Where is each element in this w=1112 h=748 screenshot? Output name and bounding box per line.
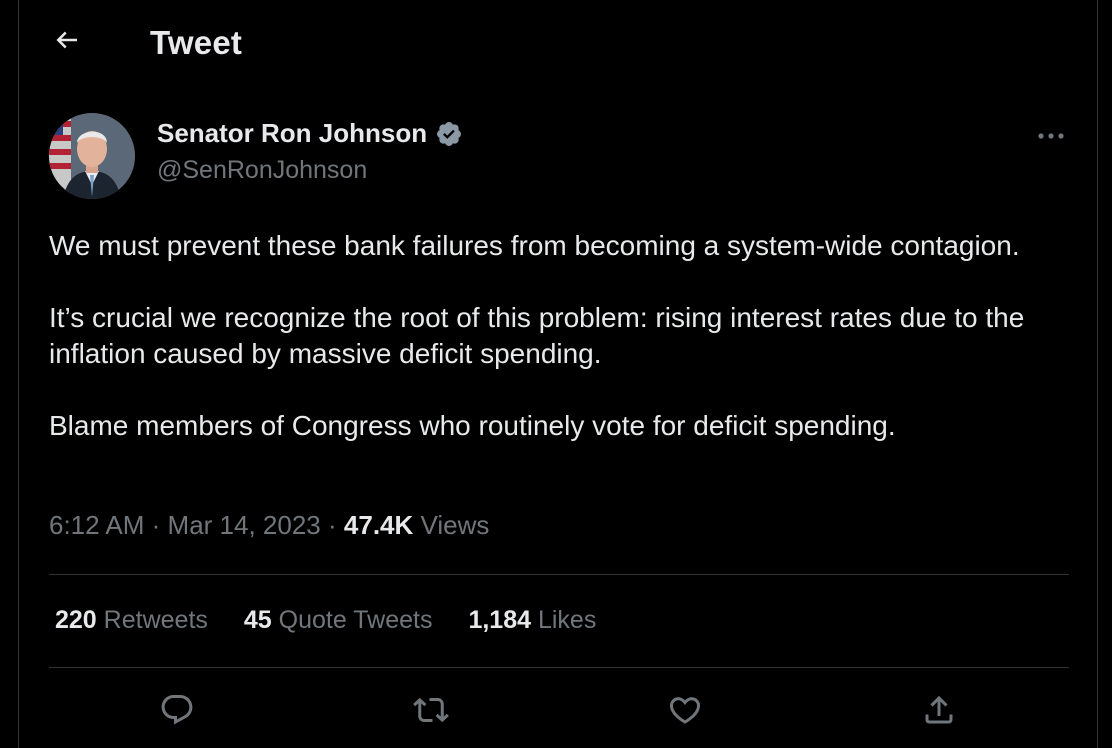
page-title: Tweet: [150, 24, 243, 61]
tweet-time[interactable]: 6:12 AM: [49, 510, 144, 540]
back-button[interactable]: [47, 22, 87, 62]
quote-tweets-label: Quote Tweets: [278, 606, 433, 634]
meta-separator: ·: [328, 510, 337, 540]
likes-stat[interactable]: 1,184 Likes: [468, 606, 596, 635]
engagement-stats: 220 Retweets 45 Quote Tweets 1,184 Likes: [55, 606, 596, 635]
author-name[interactable]: Senator Ron Johnson: [157, 118, 427, 149]
retweets-label: Retweets: [103, 606, 208, 634]
more-horizontal-icon: [1037, 127, 1065, 145]
more-options-button[interactable]: [1033, 122, 1069, 150]
share-button[interactable]: [913, 686, 965, 738]
verified-badge-icon: [435, 120, 463, 148]
author-name-row: Senator Ron Johnson: [157, 118, 463, 149]
tweet-text: We must prevent these bank failures from…: [49, 228, 1079, 444]
avatar[interactable]: [49, 113, 135, 199]
tweet-paragraph: Blame members of Congress who routinely …: [49, 410, 896, 441]
tweet-paragraph: It’s crucial we recognize the root of th…: [49, 302, 1025, 369]
likes-count: 1,184: [468, 606, 532, 634]
share-icon: [921, 692, 957, 733]
author-handle[interactable]: @SenRonJohnson: [157, 156, 367, 185]
arrow-left-icon: [52, 25, 82, 60]
meta-separator: ·: [151, 510, 161, 540]
likes-label: Likes: [537, 606, 597, 634]
divider: [49, 667, 1069, 668]
action-bar: [49, 686, 1069, 738]
retweet-button[interactable]: [405, 686, 457, 738]
divider: [49, 574, 1069, 575]
quote-tweets-count: 45: [243, 606, 272, 634]
tweet-paragraph: We must prevent these bank failures from…: [49, 230, 1020, 261]
tweet-detail-panel: Tweet Senator Ron Johnson @SenRonJohnson…: [18, 0, 1098, 748]
views-count: 47.4K: [343, 510, 414, 540]
like-icon: [667, 692, 703, 733]
like-button[interactable]: [659, 686, 711, 738]
reply-button[interactable]: [151, 686, 203, 738]
reply-icon: [159, 692, 195, 733]
tweet-date[interactable]: Mar 14, 2023: [168, 510, 321, 540]
quote-tweets-stat[interactable]: 45 Quote Tweets: [244, 606, 433, 635]
tweet-meta: 6:12 AM · Mar 14, 2023 · 47.4K Views: [49, 510, 489, 541]
retweets-count: 220: [55, 606, 97, 634]
retweets-stat[interactable]: 220 Retweets: [55, 606, 208, 635]
header: Tweet: [19, 0, 1097, 88]
retweet-icon: [413, 692, 449, 733]
views-label: Views: [420, 510, 490, 540]
